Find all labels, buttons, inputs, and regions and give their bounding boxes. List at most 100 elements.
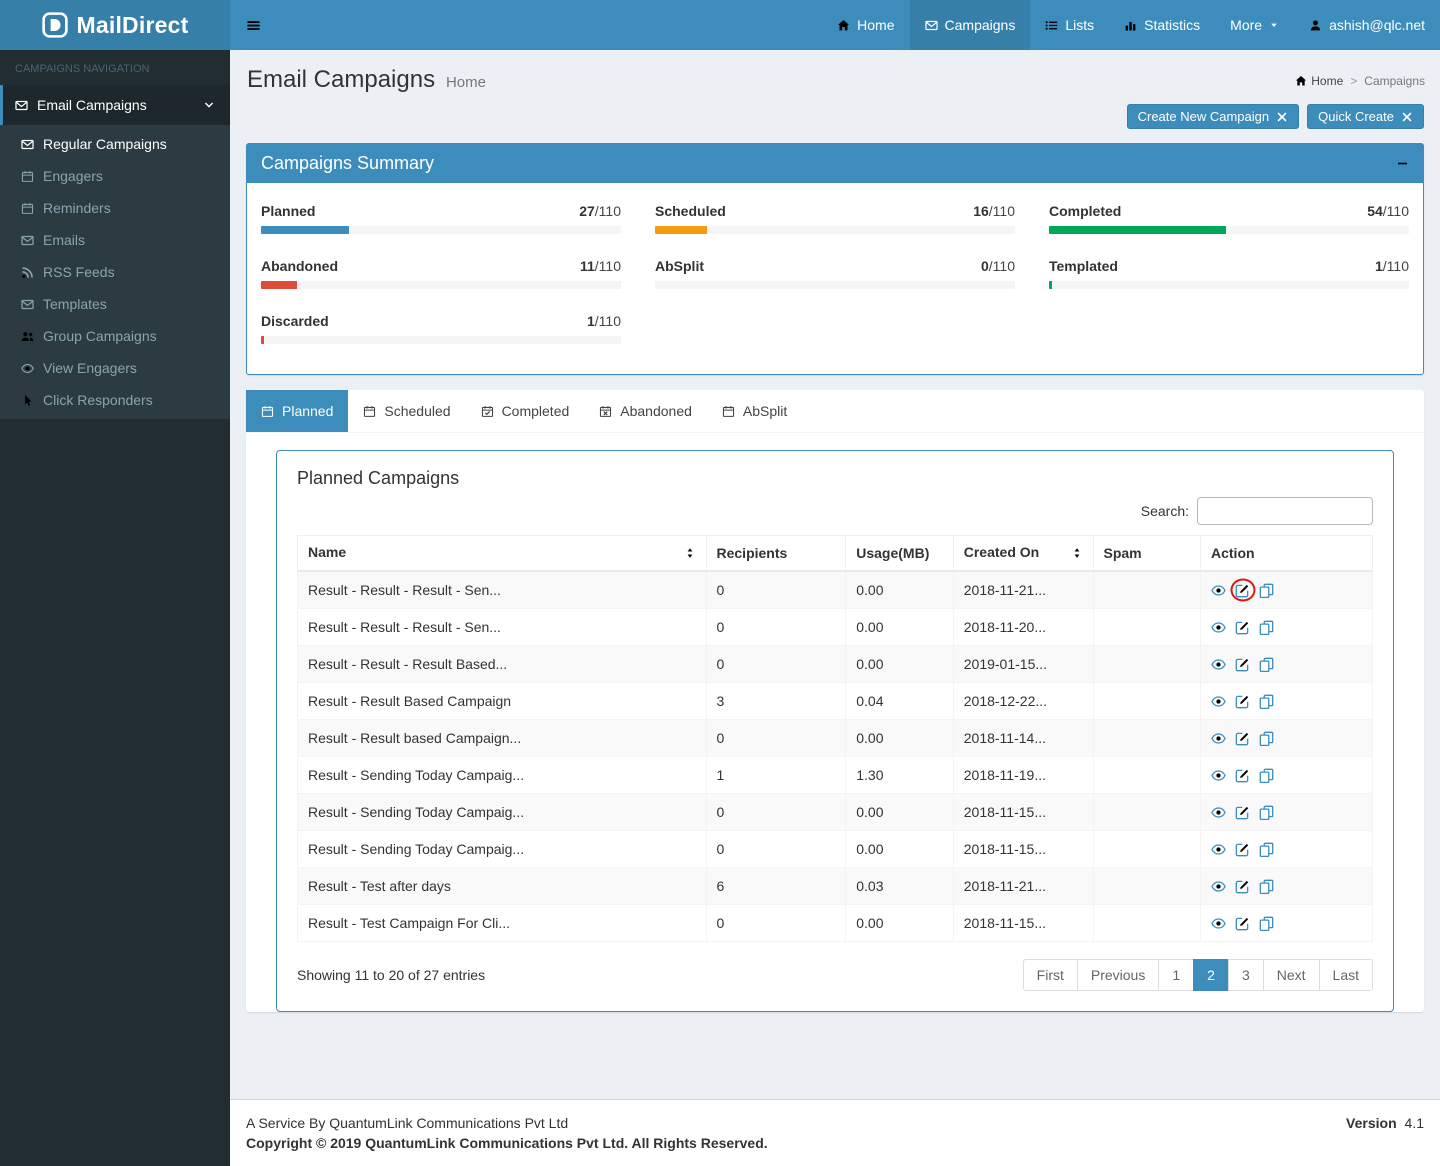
tab-planned[interactable]: Planned <box>246 390 348 432</box>
cell-recipients: 0 <box>706 609 846 646</box>
edit-icon <box>1235 731 1250 746</box>
tab-scheduled[interactable]: Scheduled <box>348 390 465 432</box>
sidebar-item-label: Engagers <box>43 168 103 184</box>
view-button[interactable] <box>1211 694 1226 709</box>
sidebar-item-email-campaigns[interactable]: Email Campaigns <box>0 85 230 125</box>
cell-action <box>1201 831 1373 868</box>
column-label: Created On <box>964 544 1039 560</box>
cell-usage: 0.04 <box>846 683 954 720</box>
copy-button[interactable] <box>1259 916 1274 931</box>
view-button[interactable] <box>1211 879 1226 894</box>
view-button[interactable] <box>1211 805 1226 820</box>
edit-button[interactable] <box>1235 842 1250 857</box>
view-button[interactable] <box>1211 583 1226 598</box>
footer-service-text: A Service By QuantumLink Communications … <box>246 1115 768 1131</box>
column-header-usage[interactable]: Usage(MB) <box>846 536 954 572</box>
sidebar-item-rss-feeds[interactable]: RSS Feeds <box>0 256 230 288</box>
tab-absplit[interactable]: AbSplit <box>707 390 802 432</box>
nav-more-label: More <box>1230 17 1262 33</box>
copy-button[interactable] <box>1259 842 1274 857</box>
top-navbar: MailDirect Home Campaigns Lists Statisti… <box>0 0 1440 50</box>
tab-abandoned[interactable]: Abandoned <box>584 390 707 432</box>
edit-button[interactable] <box>1235 879 1250 894</box>
nav-home[interactable]: Home <box>822 0 909 50</box>
edit-button[interactable] <box>1235 805 1250 820</box>
brand-logo[interactable]: MailDirect <box>0 0 230 50</box>
envelope-icon <box>21 138 34 151</box>
cell-usage: 0.00 <box>846 571 954 609</box>
view-button[interactable] <box>1211 620 1226 635</box>
nav-lists[interactable]: Lists <box>1030 0 1109 50</box>
copy-button[interactable] <box>1259 657 1274 672</box>
sidebar-toggle[interactable] <box>230 0 276 50</box>
edit-button[interactable] <box>1235 768 1250 783</box>
copy-button[interactable] <box>1259 768 1274 783</box>
view-button[interactable] <box>1211 768 1226 783</box>
edit-button[interactable] <box>1235 620 1250 635</box>
view-button[interactable] <box>1211 916 1226 931</box>
page-last[interactable]: Last <box>1319 959 1373 991</box>
nav-statistics[interactable]: Statistics <box>1109 0 1215 50</box>
edit-button[interactable] <box>1235 657 1250 672</box>
page-first[interactable]: First <box>1023 959 1078 991</box>
cell-recipients: 3 <box>706 683 846 720</box>
nav-user[interactable]: ashish@qlc.net <box>1294 0 1440 50</box>
page-previous[interactable]: Previous <box>1077 959 1159 991</box>
copy-icon <box>1259 768 1274 783</box>
sidebar-item-view-engagers[interactable]: View Engagers <box>0 352 230 384</box>
edit-button[interactable] <box>1235 731 1250 746</box>
copy-button[interactable] <box>1259 620 1274 635</box>
copy-icon <box>1259 879 1274 894</box>
create-new-campaign-label: Create New Campaign <box>1138 109 1270 124</box>
view-button[interactable] <box>1211 731 1226 746</box>
nav-more[interactable]: More <box>1215 0 1294 50</box>
sidebar-item-label: Group Campaigns <box>43 328 157 344</box>
create-new-campaign-button[interactable]: Create New Campaign <box>1127 104 1300 129</box>
eye-icon <box>1211 694 1226 709</box>
column-header-name[interactable]: Name <box>298 536 707 572</box>
sidebar-item-click-responders[interactable]: Click Responders <box>0 384 230 416</box>
copy-button[interactable] <box>1259 805 1274 820</box>
view-button[interactable] <box>1211 842 1226 857</box>
table-row: Result - Result Based Campaign 3 0.04 20… <box>298 683 1373 720</box>
sidebar-item-regular-campaigns[interactable]: Regular Campaigns <box>0 128 230 160</box>
column-header-created-on[interactable]: Created On <box>953 536 1093 572</box>
page-2[interactable]: 2 <box>1193 959 1229 991</box>
edit-button[interactable] <box>1235 916 1250 931</box>
copy-button[interactable] <box>1259 731 1274 746</box>
edit-button[interactable] <box>1235 583 1250 598</box>
collapse-button[interactable] <box>1396 157 1409 170</box>
cell-recipients: 0 <box>706 794 846 831</box>
sidebar-item-reminders[interactable]: Reminders <box>0 192 230 224</box>
sidebar-item-group-campaigns[interactable]: Group Campaigns <box>0 320 230 352</box>
table-row: Result - Result - Result - Sen... 0 0.00… <box>298 571 1373 609</box>
search-input[interactable] <box>1197 497 1373 525</box>
sidebar-item-label: Reminders <box>43 200 111 216</box>
copy-button[interactable] <box>1259 879 1274 894</box>
calendar-x-icon <box>599 405 612 418</box>
quick-create-button[interactable]: Quick Create <box>1307 104 1424 129</box>
sidebar-item-emails[interactable]: Emails <box>0 224 230 256</box>
sidebar-item-engagers[interactable]: Engagers <box>0 160 230 192</box>
sidebar-item-templates[interactable]: Templates <box>0 288 230 320</box>
content-header: Email Campaigns Home Home > Campaigns <box>230 50 1440 94</box>
eye-icon <box>1211 620 1226 635</box>
tab-completed[interactable]: Completed <box>466 390 585 432</box>
table-header-row: Name Recipients Usage(MB) Created On Spa… <box>298 536 1373 572</box>
breadcrumb-home[interactable]: Home <box>1295 74 1343 88</box>
column-header-recipients[interactable]: Recipients <box>706 536 846 572</box>
copy-button[interactable] <box>1259 583 1274 598</box>
cell-recipients: 6 <box>706 868 846 905</box>
view-button[interactable] <box>1211 657 1226 672</box>
stat-label: Scheduled <box>655 203 726 219</box>
edit-button[interactable] <box>1235 694 1250 709</box>
campaigns-summary-title: Campaigns Summary <box>261 153 434 174</box>
page-3[interactable]: 3 <box>1228 959 1264 991</box>
progress-track <box>655 226 1015 234</box>
page-1[interactable]: 1 <box>1158 959 1194 991</box>
user-icon <box>1309 19 1322 32</box>
page-next[interactable]: Next <box>1263 959 1320 991</box>
copy-button[interactable] <box>1259 694 1274 709</box>
nav-campaigns[interactable]: Campaigns <box>910 0 1031 50</box>
cell-usage: 0.00 <box>846 720 954 757</box>
